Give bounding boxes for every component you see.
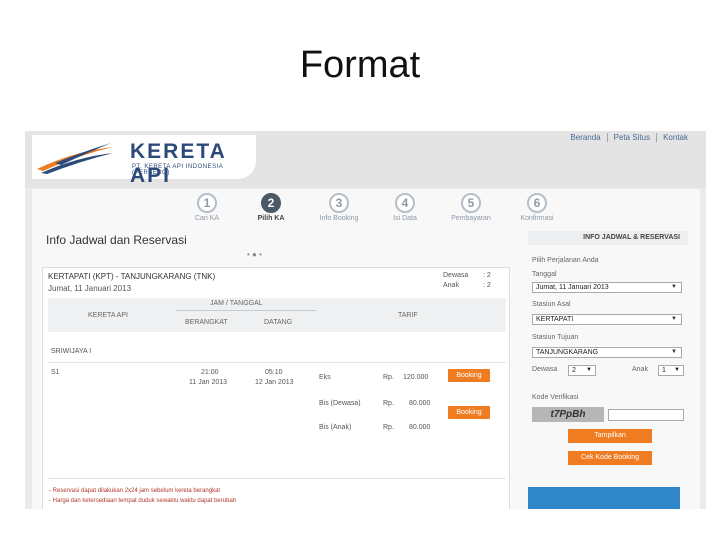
- depart-date: 11 Jan 2013: [189, 379, 228, 386]
- step-6[interactable]: 6 Konfirmasi: [502, 193, 572, 222]
- fare-price: 80.000: [409, 424, 431, 431]
- note-line: - Harga dan ketersediaan tempat duduk se…: [49, 498, 237, 504]
- depart-time: 21:00: [201, 369, 219, 376]
- train-name: SRIWIJAYA I: [51, 348, 92, 355]
- form-heading: INFO JADWAL & RESERVASI: [528, 231, 688, 245]
- step-number: 4: [395, 193, 415, 213]
- step-label: Cari KA: [194, 215, 220, 222]
- header-divider: [176, 310, 316, 311]
- captcha-image: t7PpBh: [532, 407, 604, 422]
- arrive-date: 12 Jan 2013: [255, 379, 294, 386]
- child-label: Anak: [632, 366, 648, 373]
- slide-title: Format: [299, 44, 421, 86]
- carousel-dots[interactable]: • ● •: [247, 250, 262, 259]
- notes: - Reservasi dapat dilakukan 2x24 jam seb…: [49, 486, 236, 506]
- date-select[interactable]: Jumat, 11 Januari 2013 ▼: [532, 282, 682, 293]
- swoosh-logo-icon: [37, 143, 113, 174]
- show-button[interactable]: Tampilkan: [568, 429, 652, 443]
- fare-price: 80.000: [409, 400, 431, 407]
- logo-subtitle: PT. KERETA API INDONESIA (PERSERO): [132, 164, 223, 176]
- date-label: Tanggal: [532, 271, 557, 278]
- step-2[interactable]: 2 Pilih KA: [236, 193, 306, 222]
- adult-select[interactable]: 2 ▼: [568, 365, 596, 376]
- main-content: 1 Cari KA 2 Pilih KA 3 Info Booking 4 Is…: [32, 189, 700, 509]
- destination-value: TANJUNGKARANG: [536, 349, 599, 356]
- check-booking-button[interactable]: Cek Kode Booking: [568, 451, 652, 465]
- destination-label: Stasiun Tujuan: [532, 334, 579, 341]
- child-select[interactable]: 1 ▼: [658, 365, 684, 376]
- header-datetime: JAM / TANGGAL: [210, 300, 263, 307]
- step-1[interactable]: 1 Cari KA: [172, 193, 242, 222]
- chevron-down-icon: ▼: [586, 367, 592, 373]
- page-heading: Info Jadwal dan Reservasi: [46, 233, 187, 247]
- fare-class: Bis (Anak): [319, 424, 352, 431]
- origin-select[interactable]: KERTAPATI ▼: [532, 314, 682, 325]
- header-fare: TARIF: [398, 312, 418, 319]
- reservation-form: INFO JADWAL & RESERVASI Pilih Perjalanan…: [528, 231, 688, 509]
- step-4[interactable]: 4 Isi Data: [370, 193, 440, 222]
- nav-link-contact[interactable]: Kontak: [656, 133, 694, 142]
- fare-price: 120.000: [403, 374, 429, 381]
- nav-link-home[interactable]: Beranda: [564, 133, 606, 142]
- step-3[interactable]: 3 Info Booking: [304, 193, 374, 222]
- chevron-down-icon: ▼: [671, 284, 677, 290]
- step-number: 5: [461, 193, 481, 213]
- header-arrive: DATANG: [264, 319, 293, 326]
- destination-select[interactable]: TANJUNGKARANG ▼: [532, 347, 682, 358]
- step-label: Konfirmasi: [520, 215, 554, 222]
- step-label: Info Booking: [319, 215, 359, 222]
- date-value: Jumat, 11 Januari 2013: [536, 284, 609, 291]
- step-label: Pilih KA: [257, 215, 285, 222]
- website-screenshot: KERETA API PT. KERETA API INDONESIA (PER…: [25, 131, 706, 509]
- row-divider: [48, 362, 506, 363]
- fare-currency: Rp.: [383, 424, 394, 431]
- nav-link-sitemap[interactable]: Peta Situs: [606, 133, 656, 142]
- step-number: 3: [329, 193, 349, 213]
- chevron-down-icon: ▼: [671, 349, 677, 355]
- fare-class: Bis (Dewasa): [319, 400, 361, 407]
- header-depart: BERANGKAT: [185, 319, 228, 326]
- logo[interactable]: KERETA API PT. KERETA API INDONESIA (PER…: [32, 135, 256, 187]
- chevron-down-icon: ▼: [674, 367, 680, 373]
- step-5[interactable]: 5 Pembayaran: [436, 193, 506, 222]
- fare-currency: Rp.: [383, 400, 394, 407]
- step-number: 1: [197, 193, 217, 213]
- row-divider: [48, 478, 506, 479]
- info-banner[interactable]: [528, 487, 680, 509]
- adult-value: 2: [572, 367, 576, 374]
- origin-label: Stasiun Asal: [532, 301, 571, 308]
- captcha-input[interactable]: [608, 409, 684, 421]
- booking-button[interactable]: Booking: [448, 406, 490, 419]
- child-count: : 2: [483, 282, 491, 289]
- arrive-time: 05:10: [265, 369, 283, 376]
- travel-date: Jumat, 11 Januari 2013: [48, 284, 132, 293]
- schedule-panel: KERTAPATI (KPT) - TANJUNGKARANG (TNK) Ju…: [42, 267, 510, 509]
- top-nav: Beranda Peta Situs Kontak: [564, 133, 694, 142]
- adult-label: Dewasa: [443, 272, 469, 279]
- table-header: KERETA API JAM / TANGGAL BERANGKAT DATAN…: [48, 298, 506, 332]
- adult-label: Dewasa: [532, 366, 558, 373]
- note-line: - Reservasi dapat dilakukan 2x24 jam seb…: [49, 488, 221, 494]
- fare-class: Eks: [319, 374, 331, 381]
- route-title: KERTAPATI (KPT) - TANJUNGKARANG (TNK): [48, 272, 216, 281]
- adult-count: : 2: [483, 272, 491, 279]
- child-value: 1: [662, 367, 666, 374]
- step-number: 2: [261, 193, 281, 213]
- captcha-label: Kode Verifikasi: [532, 394, 579, 401]
- step-label: Pembayaran: [451, 215, 491, 222]
- train-number: S1: [51, 369, 60, 376]
- chevron-down-icon: ▼: [671, 316, 677, 322]
- booking-steps: 1 Cari KA 2 Pilih KA 3 Info Booking 4 Is…: [172, 193, 572, 227]
- site-header: KERETA API PT. KERETA API INDONESIA (PER…: [25, 131, 706, 188]
- trip-label: Pilih Perjalanan Anda: [532, 257, 599, 264]
- step-number: 6: [527, 193, 547, 213]
- origin-value: KERTAPATI: [536, 316, 574, 323]
- child-label: Anak: [443, 282, 459, 289]
- fare-currency: Rp.: [383, 374, 394, 381]
- step-label: Isi Data: [393, 215, 417, 222]
- header-train: KERETA API: [88, 312, 128, 319]
- booking-button[interactable]: Booking: [448, 369, 490, 382]
